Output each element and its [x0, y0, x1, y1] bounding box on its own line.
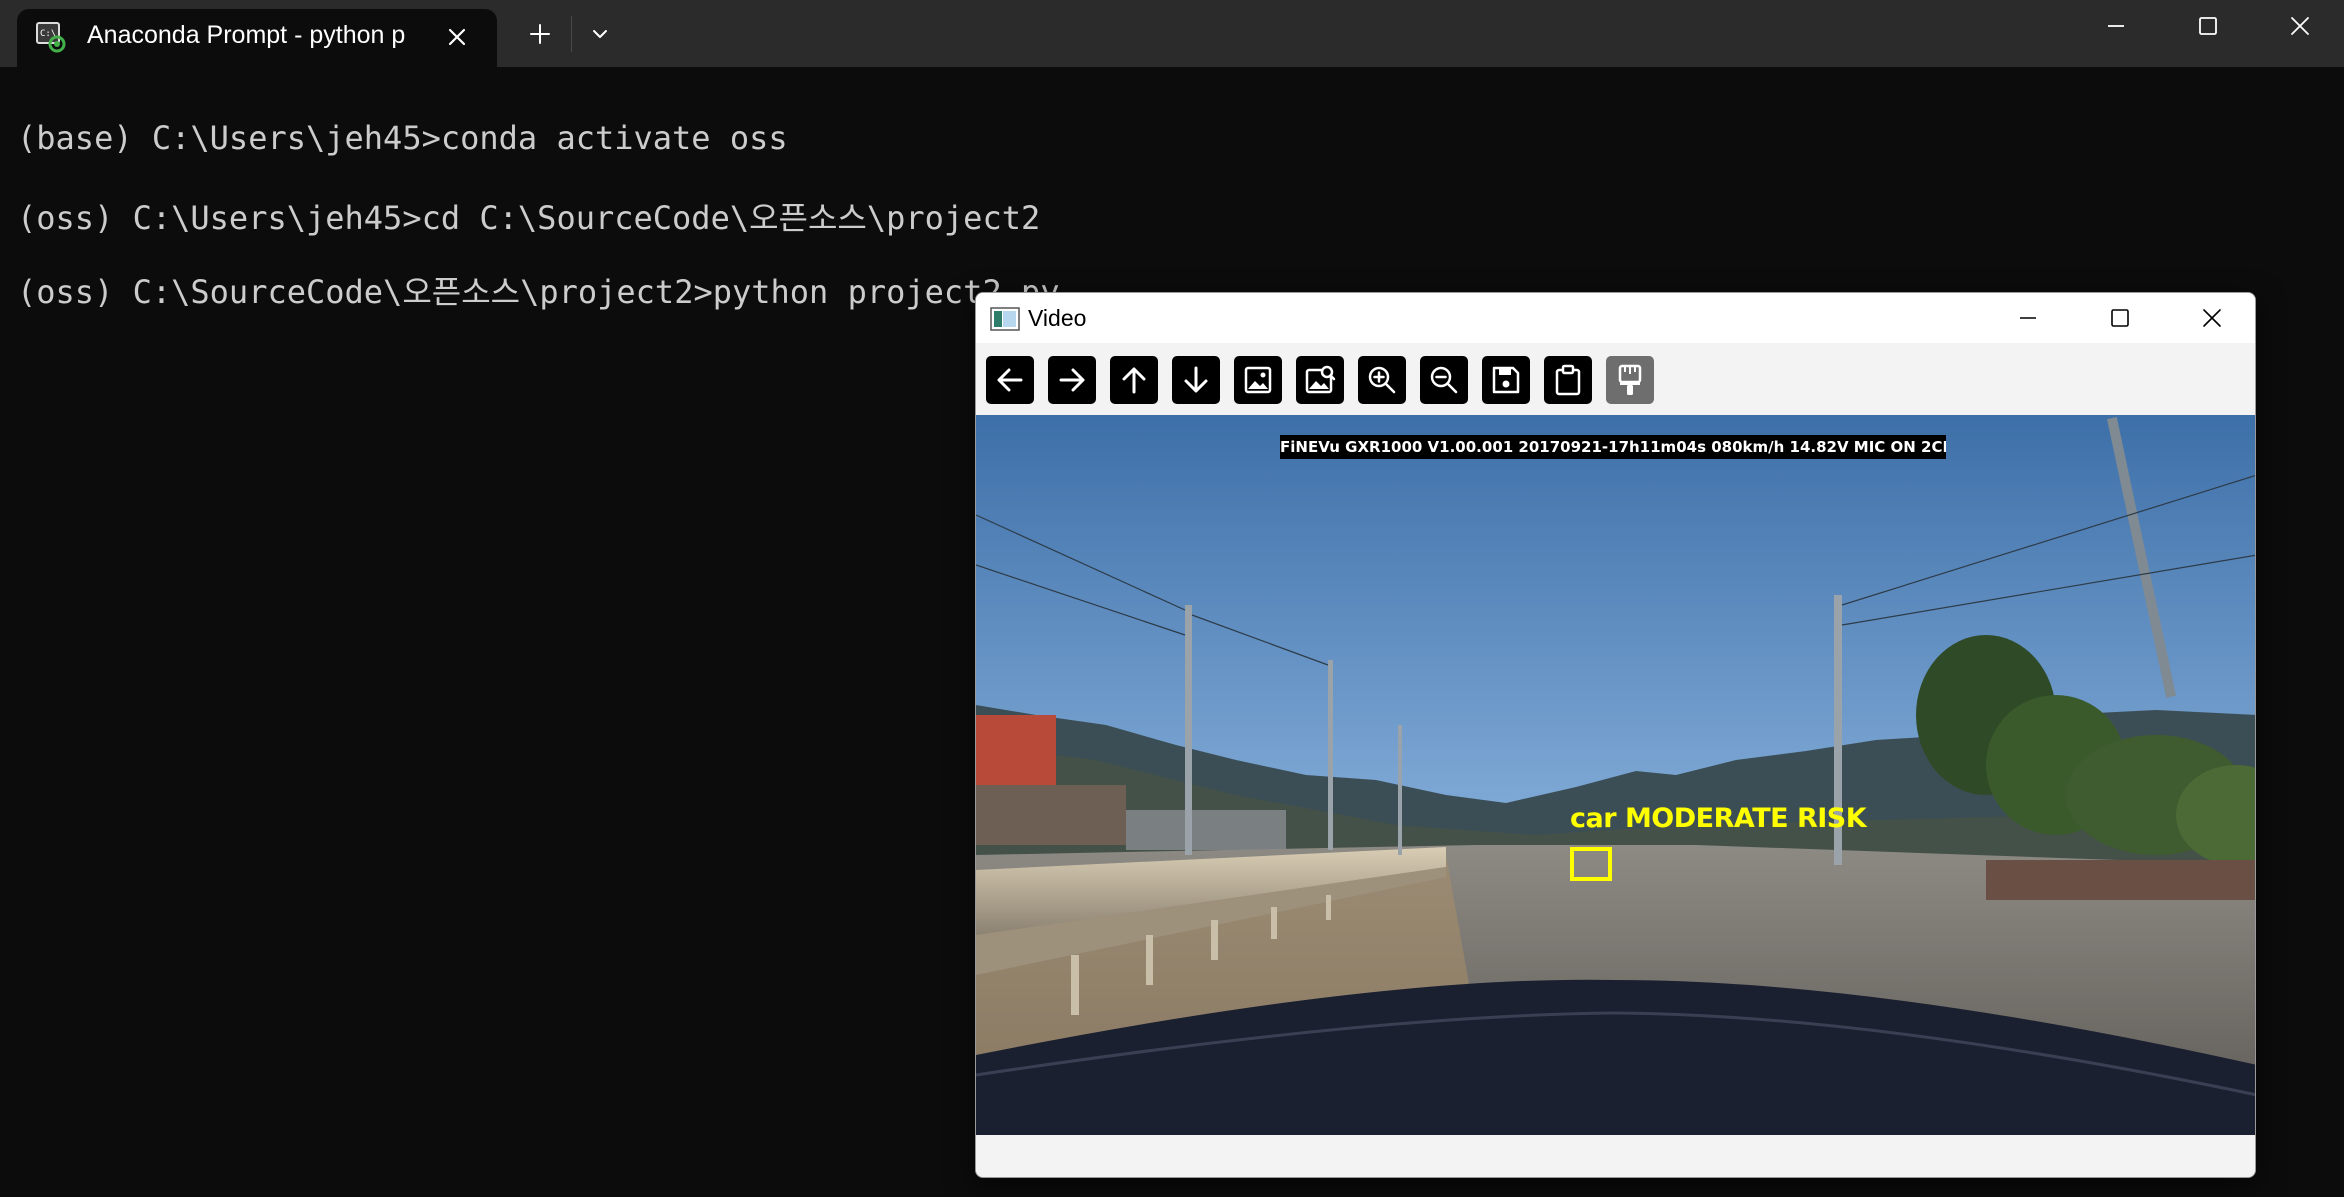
app-icon: [990, 307, 1020, 331]
clipboard-icon: [1555, 364, 1581, 396]
zoom-in-button[interactable]: [1358, 356, 1406, 404]
maximize-icon: [2199, 17, 2217, 35]
video-window[interactable]: Video FiNEVu GXR1000 V1.00.001 20170921-…: [975, 292, 2256, 1178]
copy-button[interactable]: [1544, 356, 1592, 404]
dashcam-osd: FiNEVu GXR1000 V1.00.001 20170921-17h11m…: [1280, 435, 1946, 459]
image-icon: [1244, 366, 1272, 394]
detection-label: car MODERATE RISK: [1570, 803, 1867, 834]
video-close-button[interactable]: [2166, 293, 2255, 343]
arrow-left-icon: [997, 368, 1023, 392]
terminal-maximize-button[interactable]: [2162, 0, 2254, 52]
zoom-original-button[interactable]: [1296, 356, 1344, 404]
zoom-in-icon: [1368, 366, 1396, 394]
tab-dropdown-button[interactable]: [580, 14, 620, 54]
terminal-line: (oss) C:\Users\jeh45>cd C:\SourceCode\오픈…: [17, 199, 1041, 237]
save-icon: [1492, 366, 1520, 394]
terminal-close-button[interactable]: [2254, 0, 2344, 52]
properties-button[interactable]: [1606, 356, 1654, 404]
pan-down-button[interactable]: [1172, 356, 1220, 404]
close-icon: [448, 28, 466, 46]
minimize-icon: [2020, 317, 2036, 319]
detection-box: [1570, 847, 1612, 881]
video-statusbar: [976, 1135, 2255, 1177]
dashcam-scene: [976, 415, 2255, 1135]
plus-icon: [530, 24, 550, 44]
video-toolbar: [976, 343, 2255, 415]
maximize-icon: [2111, 309, 2129, 327]
zoom-out-button[interactable]: [1420, 356, 1468, 404]
zoom-fit-button[interactable]: [1234, 356, 1282, 404]
image-search-icon: [1305, 365, 1336, 394]
pan-right-button[interactable]: [1048, 356, 1096, 404]
video-minimize-button[interactable]: [1982, 293, 2074, 343]
arrow-down-icon: [1184, 366, 1208, 393]
paint-brush-icon: [1618, 364, 1642, 395]
pan-up-button[interactable]: [1110, 356, 1158, 404]
zoom-out-icon: [1430, 366, 1458, 394]
terminal-minimize-button[interactable]: [2070, 0, 2162, 52]
video-maximize-button[interactable]: [2074, 293, 2166, 343]
video-frame[interactable]: FiNEVu GXR1000 V1.00.001 20170921-17h11m…: [976, 415, 2255, 1135]
save-button[interactable]: [1482, 356, 1530, 404]
pan-left-button[interactable]: [986, 356, 1034, 404]
close-icon: [2291, 17, 2309, 35]
close-icon: [2203, 309, 2221, 327]
terminal-line: (base) C:\Users\jeh45>conda activate oss: [17, 119, 788, 157]
arrow-up-icon: [1122, 367, 1146, 394]
new-tab-button[interactable]: [518, 14, 562, 54]
tab-close-button[interactable]: [437, 17, 477, 57]
tab-title: Anaconda Prompt - python p: [87, 21, 406, 49]
window-title: Video: [1028, 305, 1087, 331]
anaconda-prompt-icon: C:\: [35, 21, 67, 53]
tab-anaconda-prompt[interactable]: C:\ Anaconda Prompt - python p: [17, 9, 497, 67]
terminal-titlebar: C:\ Anaconda Prompt - python p: [0, 0, 2344, 67]
minimize-icon: [2108, 25, 2124, 27]
chevron-down-icon: [593, 30, 607, 38]
arrow-right-icon: [1059, 368, 1085, 392]
tab-separator: [571, 16, 572, 52]
video-window-titlebar[interactable]: Video: [976, 293, 2255, 343]
terminal-line: (oss) C:\SourceCode\오픈소스\project2>python…: [17, 273, 1060, 311]
